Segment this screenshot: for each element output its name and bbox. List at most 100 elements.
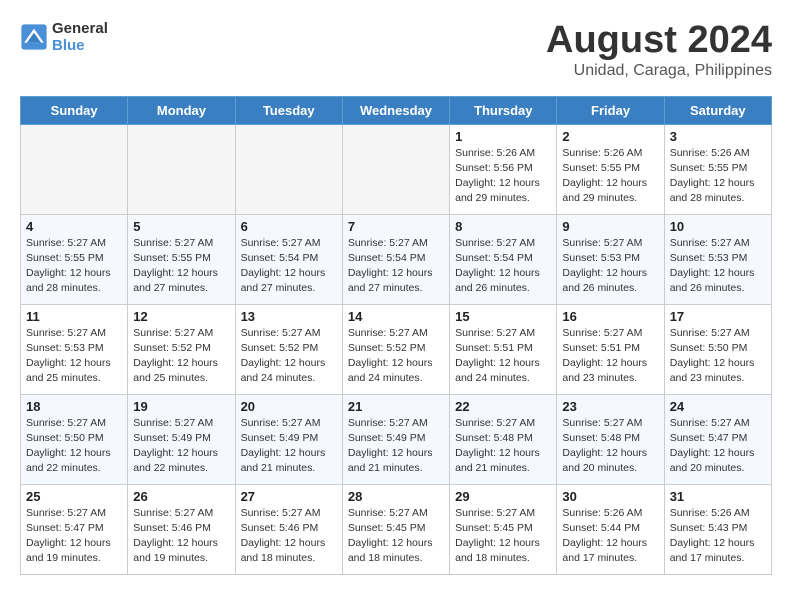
calendar-cell: 7 Sunrise: 5:27 AM Sunset: 5:54 PM Daylig… xyxy=(342,214,449,304)
day-number: 8 xyxy=(455,219,551,234)
day-number: 2 xyxy=(562,129,658,144)
calendar-cell: 19 Sunrise: 5:27 AM Sunset: 5:49 PM Dayli… xyxy=(128,394,235,484)
calendar-cell: 4 Sunrise: 5:27 AM Sunset: 5:55 PM Daylig… xyxy=(21,214,128,304)
calendar-week-4: 18 Sunrise: 5:27 AM Sunset: 5:50 PM Dayli… xyxy=(21,394,772,484)
calendar-cell: 8 Sunrise: 5:27 AM Sunset: 5:54 PM Daylig… xyxy=(450,214,557,304)
weekday-header-monday: Monday xyxy=(128,96,235,124)
day-number: 6 xyxy=(241,219,337,234)
day-info: Sunrise: 5:27 AM Sunset: 5:47 PM Dayligh… xyxy=(26,506,122,567)
calendar-cell: 21 Sunrise: 5:27 AM Sunset: 5:49 PM Dayli… xyxy=(342,394,449,484)
calendar-cell: 13 Sunrise: 5:27 AM Sunset: 5:52 PM Dayli… xyxy=(235,304,342,394)
logo-text: General Blue xyxy=(52,20,108,54)
calendar-cell: 5 Sunrise: 5:27 AM Sunset: 5:55 PM Daylig… xyxy=(128,214,235,304)
calendar-cell xyxy=(128,124,235,214)
day-info: Sunrise: 5:26 AM Sunset: 5:56 PM Dayligh… xyxy=(455,146,551,207)
calendar-cell: 17 Sunrise: 5:27 AM Sunset: 5:50 PM Dayli… xyxy=(664,304,771,394)
weekday-header-tuesday: Tuesday xyxy=(235,96,342,124)
day-info: Sunrise: 5:27 AM Sunset: 5:54 PM Dayligh… xyxy=(241,236,337,297)
day-info: Sunrise: 5:27 AM Sunset: 5:49 PM Dayligh… xyxy=(348,416,444,477)
day-info: Sunrise: 5:27 AM Sunset: 5:51 PM Dayligh… xyxy=(455,326,551,387)
day-info: Sunrise: 5:27 AM Sunset: 5:50 PM Dayligh… xyxy=(670,326,766,387)
calendar-cell: 30Sunrise: 5:26 AM Sunset: 5:44 PM Dayli… xyxy=(557,484,664,574)
day-number: 17 xyxy=(670,309,766,324)
page-header: General Blue August 2024 Unidad, Caraga,… xyxy=(20,20,772,80)
day-number: 1 xyxy=(455,129,551,144)
calendar-cell: 20 Sunrise: 5:27 AM Sunset: 5:49 PM Dayli… xyxy=(235,394,342,484)
day-info: Sunrise: 5:27 AM Sunset: 5:53 PM Dayligh… xyxy=(562,236,658,297)
calendar-cell: 16 Sunrise: 5:27 AM Sunset: 5:51 PM Dayli… xyxy=(557,304,664,394)
calendar-week-5: 25Sunrise: 5:27 AM Sunset: 5:47 PM Dayli… xyxy=(21,484,772,574)
day-number: 10 xyxy=(670,219,766,234)
day-info: Sunrise: 5:27 AM Sunset: 5:54 PM Dayligh… xyxy=(455,236,551,297)
day-info: Sunrise: 5:27 AM Sunset: 5:46 PM Dayligh… xyxy=(133,506,229,567)
day-info: Sunrise: 5:26 AM Sunset: 5:44 PM Dayligh… xyxy=(562,506,658,567)
calendar-table: SundayMondayTuesdayWednesdayThursdayFrid… xyxy=(20,96,772,575)
logo-icon xyxy=(20,23,48,51)
calendar-cell: 9 Sunrise: 5:27 AM Sunset: 5:53 PM Daylig… xyxy=(557,214,664,304)
weekday-header-wednesday: Wednesday xyxy=(342,96,449,124)
weekday-header-row: SundayMondayTuesdayWednesdayThursdayFrid… xyxy=(21,96,772,124)
day-info: Sunrise: 5:27 AM Sunset: 5:51 PM Dayligh… xyxy=(562,326,658,387)
day-info: Sunrise: 5:27 AM Sunset: 5:54 PM Dayligh… xyxy=(348,236,444,297)
day-number: 4 xyxy=(26,219,122,234)
day-number: 7 xyxy=(348,219,444,234)
day-info: Sunrise: 5:27 AM Sunset: 5:50 PM Dayligh… xyxy=(26,416,122,477)
day-info: Sunrise: 5:27 AM Sunset: 5:52 PM Dayligh… xyxy=(133,326,229,387)
calendar-cell: 29Sunrise: 5:27 AM Sunset: 5:45 PM Dayli… xyxy=(450,484,557,574)
calendar-cell: 1 Sunrise: 5:26 AM Sunset: 5:56 PM Daylig… xyxy=(450,124,557,214)
day-number: 19 xyxy=(133,399,229,414)
day-number: 3 xyxy=(670,129,766,144)
month-year-title: August 2024 xyxy=(546,20,772,62)
weekday-header-sunday: Sunday xyxy=(21,96,128,124)
calendar-cell: 22Sunrise: 5:27 AM Sunset: 5:48 PM Dayli… xyxy=(450,394,557,484)
calendar-cell: 11Sunrise: 5:27 AM Sunset: 5:53 PM Dayli… xyxy=(21,304,128,394)
day-number: 26 xyxy=(133,489,229,504)
calendar-cell: 3 Sunrise: 5:26 AM Sunset: 5:55 PM Daylig… xyxy=(664,124,771,214)
calendar-cell: 6 Sunrise: 5:27 AM Sunset: 5:54 PM Daylig… xyxy=(235,214,342,304)
calendar-cell: 28Sunrise: 5:27 AM Sunset: 5:45 PM Dayli… xyxy=(342,484,449,574)
day-number: 23 xyxy=(562,399,658,414)
calendar-cell xyxy=(342,124,449,214)
calendar-week-3: 11Sunrise: 5:27 AM Sunset: 5:53 PM Dayli… xyxy=(21,304,772,394)
day-info: Sunrise: 5:27 AM Sunset: 5:52 PM Dayligh… xyxy=(241,326,337,387)
day-info: Sunrise: 5:27 AM Sunset: 5:49 PM Dayligh… xyxy=(133,416,229,477)
calendar-cell: 25Sunrise: 5:27 AM Sunset: 5:47 PM Dayli… xyxy=(21,484,128,574)
day-info: Sunrise: 5:26 AM Sunset: 5:43 PM Dayligh… xyxy=(670,506,766,567)
calendar-cell: 14Sunrise: 5:27 AM Sunset: 5:52 PM Dayli… xyxy=(342,304,449,394)
weekday-header-thursday: Thursday xyxy=(450,96,557,124)
weekday-header-saturday: Saturday xyxy=(664,96,771,124)
logo: General Blue xyxy=(20,20,108,54)
calendar-cell: 2 Sunrise: 5:26 AM Sunset: 5:55 PM Daylig… xyxy=(557,124,664,214)
day-number: 5 xyxy=(133,219,229,234)
calendar-week-2: 4 Sunrise: 5:27 AM Sunset: 5:55 PM Daylig… xyxy=(21,214,772,304)
day-number: 29 xyxy=(455,489,551,504)
day-info: Sunrise: 5:26 AM Sunset: 5:55 PM Dayligh… xyxy=(670,146,766,207)
day-number: 13 xyxy=(241,309,337,324)
calendar-cell: 12 Sunrise: 5:27 AM Sunset: 5:52 PM Dayli… xyxy=(128,304,235,394)
calendar-cell: 18 Sunrise: 5:27 AM Sunset: 5:50 PM Dayli… xyxy=(21,394,128,484)
calendar-week-1: 1 Sunrise: 5:26 AM Sunset: 5:56 PM Daylig… xyxy=(21,124,772,214)
day-number: 16 xyxy=(562,309,658,324)
day-info: Sunrise: 5:27 AM Sunset: 5:55 PM Dayligh… xyxy=(133,236,229,297)
day-number: 24 xyxy=(670,399,766,414)
day-number: 20 xyxy=(241,399,337,414)
day-info: Sunrise: 5:27 AM Sunset: 5:55 PM Dayligh… xyxy=(26,236,122,297)
day-info: Sunrise: 5:27 AM Sunset: 5:49 PM Dayligh… xyxy=(241,416,337,477)
day-number: 11 xyxy=(26,309,122,324)
day-number: 9 xyxy=(562,219,658,234)
calendar-cell: 27 Sunrise: 5:27 AM Sunset: 5:46 PM Dayli… xyxy=(235,484,342,574)
day-number: 18 xyxy=(26,399,122,414)
calendar-cell xyxy=(235,124,342,214)
calendar-cell: 23 Sunrise: 5:27 AM Sunset: 5:48 PM Dayli… xyxy=(557,394,664,484)
day-number: 21 xyxy=(348,399,444,414)
day-number: 15 xyxy=(455,309,551,324)
day-info: Sunrise: 5:26 AM Sunset: 5:55 PM Dayligh… xyxy=(562,146,658,207)
calendar-cell xyxy=(21,124,128,214)
calendar-cell: 15 Sunrise: 5:27 AM Sunset: 5:51 PM Dayli… xyxy=(450,304,557,394)
day-number: 22 xyxy=(455,399,551,414)
day-info: Sunrise: 5:27 AM Sunset: 5:47 PM Dayligh… xyxy=(670,416,766,477)
day-number: 27 xyxy=(241,489,337,504)
day-number: 12 xyxy=(133,309,229,324)
day-info: Sunrise: 5:27 AM Sunset: 5:46 PM Dayligh… xyxy=(241,506,337,567)
day-info: Sunrise: 5:27 AM Sunset: 5:48 PM Dayligh… xyxy=(562,416,658,477)
